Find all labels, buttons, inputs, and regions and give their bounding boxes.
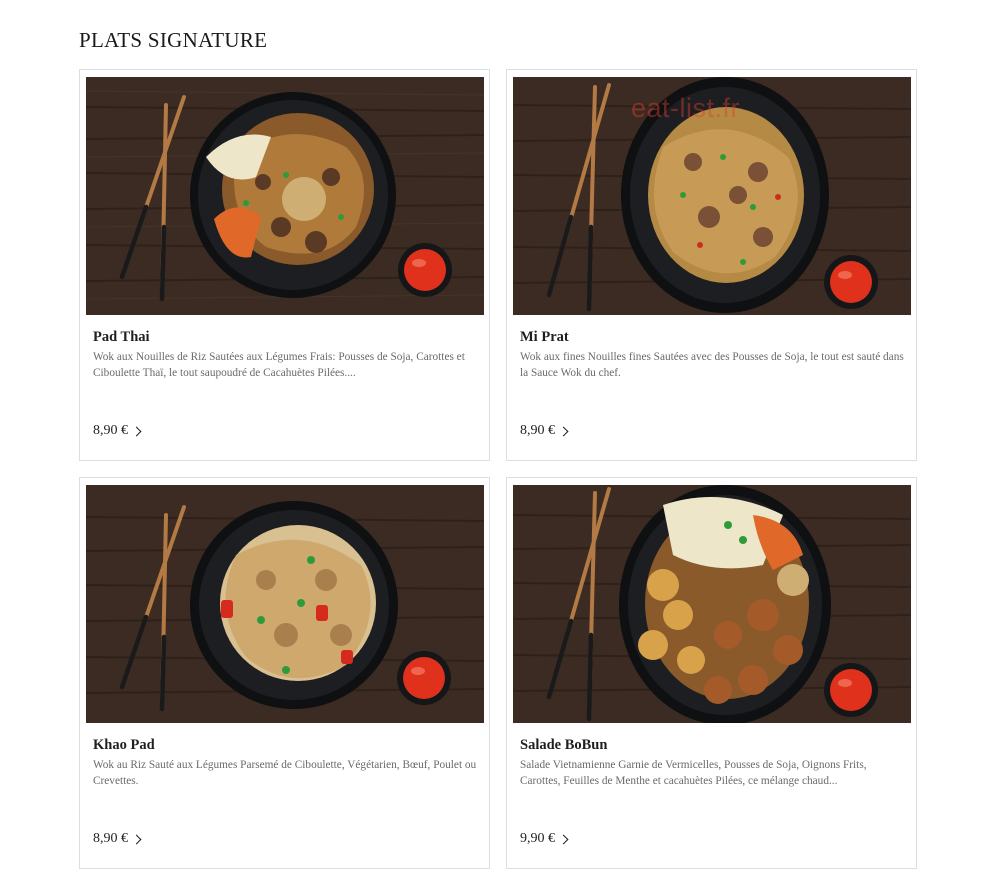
dish-card-pad-thai[interactable]: Pad Thai Wok aux Nouilles de Riz Sautées… bbox=[79, 69, 490, 461]
dish-price: 8,90 € bbox=[93, 423, 128, 438]
dish-price: 8,90 € bbox=[93, 831, 128, 846]
dish-price-link[interactable]: 8,90 € bbox=[93, 831, 142, 847]
dish-description: Wok au Riz Sauté aux Légumes Parsemé de … bbox=[93, 759, 477, 787]
dish-name: Khao Pad bbox=[93, 737, 155, 753]
dish-photo-salade-bobun[interactable] bbox=[513, 485, 911, 723]
dish-description: Salade Vietnamienne Garnie de Vermicelle… bbox=[520, 759, 867, 787]
dish-photo-khao-pad[interactable] bbox=[86, 485, 484, 723]
dish-description: Wok aux fines Nouilles fines Sautées ave… bbox=[520, 351, 904, 379]
dish-price-link[interactable]: 9,90 € bbox=[520, 831, 569, 847]
dish-price-link[interactable]: 8,90 € bbox=[520, 423, 569, 439]
dish-card-mi-prat[interactable]: eat-list.fr Mi Prat Wok aux fines Nouill… bbox=[506, 69, 917, 461]
dish-price-link[interactable]: 8,90 € bbox=[93, 423, 142, 439]
dish-price: 9,90 € bbox=[520, 831, 555, 846]
dish-name: Salade BoBun bbox=[520, 737, 608, 753]
dish-name: Pad Thai bbox=[93, 329, 150, 345]
dish-price: 8,90 € bbox=[520, 423, 555, 438]
dish-card-khao-pad[interactable]: Khao Pad Wok au Riz Sauté aux Légumes Pa… bbox=[79, 477, 490, 869]
dish-photo-mi-prat[interactable]: eat-list.fr bbox=[513, 77, 911, 315]
dish-card-salade-bobun[interactable]: Salade BoBun Salade Vietnamienne Garnie … bbox=[506, 477, 917, 869]
section-title: PLATS SIGNATURE bbox=[79, 28, 268, 52]
dish-photo-pad-thai[interactable] bbox=[86, 77, 484, 315]
chevron-right-icon bbox=[558, 834, 569, 845]
chevron-right-icon bbox=[131, 426, 142, 437]
chevron-right-icon bbox=[131, 834, 142, 845]
dish-name: Mi Prat bbox=[520, 329, 569, 345]
dish-description: Wok aux Nouilles de Riz Sautées aux Légu… bbox=[93, 351, 465, 379]
chevron-right-icon bbox=[558, 426, 569, 437]
